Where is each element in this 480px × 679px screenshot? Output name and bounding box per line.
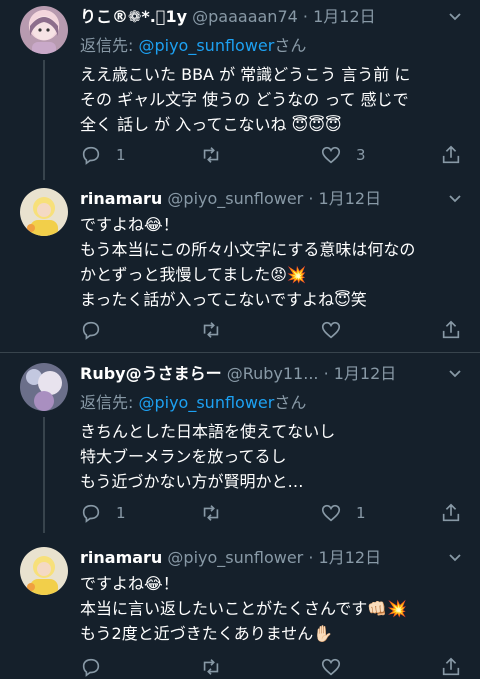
tweet-text: ええ歳こいた BBA が 常識どうこう 言う前 に その ギャル文字 使うの ど… (80, 65, 411, 134)
share-icon (442, 657, 460, 676)
timestamp[interactable]: 1月12日 (319, 189, 382, 208)
like-button[interactable] (320, 655, 356, 679)
share-icon (442, 320, 460, 339)
reply-context: 返信先: @piyo_sunflowerさん (80, 391, 466, 415)
retweet-icon (203, 322, 219, 338)
retweet-button[interactable] (200, 143, 236, 167)
tweet-text: きちんとした日本語を使えてないし 特大ブーメランを放ってるし もう近づかない方が… (80, 422, 336, 491)
reply-button[interactable] (80, 318, 116, 342)
share-button[interactable] (440, 501, 462, 525)
reply-suffix: さん (274, 36, 307, 55)
avatar[interactable] (20, 547, 68, 595)
reply-button[interactable] (80, 655, 116, 679)
reply-mention[interactable]: @piyo_sunflower (138, 36, 274, 55)
chevron-down-icon[interactable] (448, 192, 462, 206)
separator: · (297, 7, 314, 26)
timestamp[interactable]: 1月12日 (334, 364, 397, 383)
heart-icon (321, 146, 341, 164)
like-button[interactable]: 1 (320, 501, 366, 525)
thread-line (43, 60, 45, 180)
separator: · (303, 548, 319, 567)
share-button[interactable] (440, 143, 462, 167)
tweet-4[interactable]: rinamaru @piyo_sunflower · 1月12日 ですよね😂！ … (0, 533, 480, 677)
timestamp[interactable]: 1月12日 (319, 548, 382, 567)
reply-icon (82, 658, 100, 677)
like-count: 3 (356, 146, 366, 164)
tweet-2[interactable]: rinamaru @piyo_sunflower · 1月12日 ですよね😂！ … (0, 180, 480, 352)
avatar-image (27, 197, 58, 236)
reply-mention[interactable]: @piyo_sunflower (138, 393, 274, 412)
reply-icon (82, 321, 100, 340)
heart-icon (321, 658, 341, 676)
like-count: 1 (356, 504, 366, 522)
handle[interactable]: @paaaaan74 (192, 7, 298, 26)
display-name[interactable]: rinamaru (80, 189, 162, 208)
retweet-button[interactable] (200, 655, 236, 679)
reply-count: 1 (116, 146, 126, 164)
reply-button[interactable]: 1 (80, 143, 126, 167)
handle[interactable]: @piyo_sunflower (167, 189, 303, 208)
separator: · (318, 364, 334, 383)
timestamp[interactable]: 1月12日 (313, 7, 376, 26)
tweet-header: Ruby@うさまらー @Ruby11... · 1月12日 (80, 363, 466, 385)
display-name[interactable]: りこ®︎❁*.ﾟ1y (80, 7, 187, 26)
avatar-image (26, 369, 62, 411)
share-button[interactable] (440, 318, 462, 342)
retweet-icon (203, 659, 219, 675)
share-button[interactable] (440, 655, 462, 679)
avatar-image (27, 556, 58, 595)
retweet-button[interactable] (200, 318, 236, 342)
heart-icon (321, 321, 341, 339)
tweet-text: ですよね😂！ もう本当にこの所々小文字にする意味は何なの かとずっと我慢してまし… (80, 215, 416, 309)
avatar[interactable] (20, 363, 68, 411)
retweet-icon (203, 147, 219, 163)
tweet-1[interactable]: りこ®︎❁*.ﾟ1y @paaaaan74 · 1月12日 返信先: @piyo… (0, 0, 480, 180)
reply-button[interactable]: 1 (80, 501, 126, 525)
reply-context: 返信先: @piyo_sunflowerさん (80, 34, 466, 58)
retweet-button[interactable] (200, 501, 236, 525)
tweet-header: りこ®︎❁*.ﾟ1y @paaaaan74 · 1月12日 (80, 6, 466, 28)
reply-prefix: 返信先: (80, 36, 139, 55)
share-icon (442, 503, 460, 522)
tweet-text: ですよね😂！ 本当に言い返したいことがたくさんです👊🏻💥 もう2度と近づきたくあ… (80, 574, 408, 643)
reply-count: 1 (116, 504, 126, 522)
tweet-header: rinamaru @piyo_sunflower · 1月12日 (80, 188, 466, 210)
handle[interactable]: @Ruby11... (227, 364, 319, 383)
thread-line (43, 417, 45, 533)
separator: · (303, 189, 319, 208)
reply-suffix: さん (274, 393, 307, 412)
chevron-down-icon[interactable] (448, 551, 462, 565)
chevron-down-icon[interactable] (448, 10, 462, 24)
heart-icon (321, 504, 341, 522)
avatar-image (30, 16, 58, 54)
avatar[interactable] (20, 188, 68, 236)
reply-prefix: 返信先: (80, 393, 139, 412)
tweet-3[interactable]: Ruby@うさまらー @Ruby11... · 1月12日 返信先: @piyo… (0, 353, 480, 533)
avatar[interactable] (20, 6, 68, 54)
like-button[interactable]: 3 (320, 143, 366, 167)
reply-icon (82, 146, 100, 165)
like-button[interactable] (320, 318, 356, 342)
share-icon (442, 145, 460, 164)
retweet-icon (203, 505, 219, 521)
display-name[interactable]: rinamaru (80, 548, 162, 567)
reply-icon (82, 504, 100, 523)
handle[interactable]: @piyo_sunflower (167, 548, 303, 567)
tweet-header: rinamaru @piyo_sunflower · 1月12日 (80, 547, 466, 569)
display-name[interactable]: Ruby@うさまらー (80, 364, 222, 383)
chevron-down-icon[interactable] (448, 367, 462, 381)
